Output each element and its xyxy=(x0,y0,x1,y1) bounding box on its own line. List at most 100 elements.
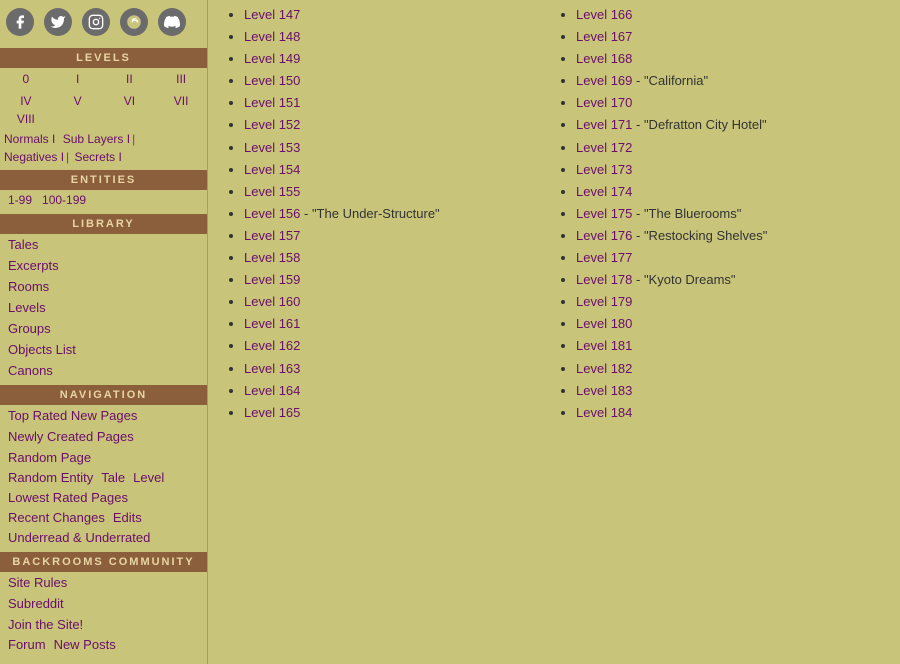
level-link[interactable]: Level 148 xyxy=(244,29,300,44)
level-link[interactable]: Level 157 xyxy=(244,228,300,243)
newly-created-pages-link[interactable]: Newly Created Pages xyxy=(0,426,207,447)
list-item: Level 148 xyxy=(244,26,556,48)
level-link[interactable]: Level 182 xyxy=(576,361,632,376)
list-item: Level 156 - "The Under-Structure" xyxy=(244,203,556,225)
level-link[interactable]: Level 165 xyxy=(244,405,300,420)
level-link[interactable]: Level 163 xyxy=(244,361,300,376)
level-link[interactable]: Level 178 xyxy=(576,272,632,287)
level-link[interactable]: Level 154 xyxy=(244,162,300,177)
rooms-link[interactable]: Rooms xyxy=(0,276,207,297)
facebook-icon[interactable] xyxy=(6,8,34,36)
library-header: LIBRARY xyxy=(0,214,207,234)
level-link[interactable]: Level xyxy=(133,470,164,485)
level-link[interactable]: Level 166 xyxy=(576,7,632,22)
recent-changes-link[interactable]: Recent Changes xyxy=(8,510,105,525)
level-ii-link[interactable]: II xyxy=(104,70,156,88)
level-link[interactable]: Level 169 xyxy=(576,73,632,88)
list-item: Level 153 xyxy=(244,137,556,159)
level-vi-link[interactable]: VI xyxy=(104,92,156,110)
level-link[interactable]: Level 183 xyxy=(576,383,632,398)
level-link[interactable]: Level 170 xyxy=(576,95,632,110)
levels-link[interactable]: Levels xyxy=(0,297,207,318)
level-link[interactable]: Level 158 xyxy=(244,250,300,265)
list-item: Level 158 xyxy=(244,247,556,269)
level-link[interactable]: Level 179 xyxy=(576,294,632,309)
level-link[interactable]: Level 177 xyxy=(576,250,632,265)
excerpts-link[interactable]: Excerpts xyxy=(0,255,207,276)
list-item: Level 162 xyxy=(244,335,556,357)
level-0-link[interactable]: 0 xyxy=(0,70,52,88)
level-v-link[interactable]: V xyxy=(52,92,104,110)
level-link[interactable]: Level 156 xyxy=(244,206,300,221)
objects-list-link[interactable]: Objects List xyxy=(0,339,207,360)
list-item: Level 176 - "Restocking Shelves" xyxy=(576,225,888,247)
groups-link[interactable]: Groups xyxy=(0,318,207,339)
entity-links-row: 1-99 100-199 xyxy=(0,190,207,210)
site-rules-link[interactable]: Site Rules xyxy=(0,572,207,593)
negatives-link[interactable]: Negatives I xyxy=(4,150,64,164)
canons-link[interactable]: Canons xyxy=(0,360,207,381)
level-link[interactable]: Level 151 xyxy=(244,95,300,110)
level-link[interactable]: Level 160 xyxy=(244,294,300,309)
level-link[interactable]: Level 147 xyxy=(244,7,300,22)
levels-list: Level 147 Level 148 Level 149 Level 150 Leve… xyxy=(220,4,888,424)
normals-sublayers-row: Normals I Sub Layers I | xyxy=(0,130,207,148)
level-link[interactable]: Level 164 xyxy=(244,383,300,398)
random-page-link[interactable]: Random Page xyxy=(0,447,207,468)
level-desc: - "California" xyxy=(632,73,708,88)
level-vii-link[interactable]: VII xyxy=(155,92,207,110)
tales-link[interactable]: Tales xyxy=(0,234,207,255)
level-link[interactable]: Level 152 xyxy=(244,117,300,132)
entity-100-199-link[interactable]: 100-199 xyxy=(42,193,86,207)
list-item: Level 181 xyxy=(576,335,888,357)
tale-link[interactable]: Tale xyxy=(101,470,125,485)
level-link[interactable]: Level 181 xyxy=(576,338,632,353)
level-link[interactable]: Level 180 xyxy=(576,316,632,331)
level-link[interactable]: Level 159 xyxy=(244,272,300,287)
level-link[interactable]: Level 173 xyxy=(576,162,632,177)
sub-layers-link[interactable]: Sub Layers I xyxy=(63,132,130,146)
list-item: Level 184 xyxy=(576,402,888,424)
normals-link[interactable]: Normals I xyxy=(4,132,55,146)
level-link[interactable]: Level 184 xyxy=(576,405,632,420)
level-viii-link[interactable]: VIII xyxy=(0,110,52,128)
list-item: Level 152 xyxy=(244,114,556,136)
level-iv-link[interactable]: IV xyxy=(0,92,52,110)
reddit-icon[interactable] xyxy=(120,8,148,36)
level-link[interactable]: Level 171 xyxy=(576,117,632,132)
list-item: Level 182 xyxy=(576,358,888,380)
list-item: Level 160 xyxy=(244,291,556,313)
level-link[interactable]: Level 161 xyxy=(244,316,300,331)
list-item: Level 167 xyxy=(576,26,888,48)
level-link[interactable]: Level 168 xyxy=(576,51,632,66)
level-link[interactable]: Level 155 xyxy=(244,184,300,199)
level-link[interactable]: Level 150 xyxy=(244,73,300,88)
level-link[interactable]: Level 149 xyxy=(244,51,300,66)
forum-link[interactable]: Forum xyxy=(8,637,46,652)
level-iii-link[interactable]: III xyxy=(155,70,207,88)
top-rated-new-pages-link[interactable]: Top Rated New Pages xyxy=(0,405,207,426)
underread-underrated-link[interactable]: Underread & Underrated xyxy=(0,527,207,548)
random-entity-link[interactable]: Random Entity xyxy=(8,470,93,485)
discord-icon[interactable] xyxy=(158,8,186,36)
level-grid-row1: 0 I II III xyxy=(0,68,207,90)
main-content: Level 147 Level 148 Level 149 Level 150 Leve… xyxy=(208,0,900,664)
subreddit-link[interactable]: Subreddit xyxy=(0,593,207,614)
secrets-link[interactable]: Secrets I xyxy=(75,150,122,164)
level-i-link[interactable]: I xyxy=(52,70,104,88)
entity-1-99-link[interactable]: 1-99 xyxy=(8,193,32,207)
twitter-icon[interactable] xyxy=(44,8,72,36)
new-posts-link[interactable]: New Posts xyxy=(54,637,116,652)
level-link[interactable]: Level 172 xyxy=(576,140,632,155)
list-item: Level 157 xyxy=(244,225,556,247)
level-link[interactable]: Level 176 xyxy=(576,228,632,243)
level-link[interactable]: Level 174 xyxy=(576,184,632,199)
join-site-link[interactable]: Join the Site! xyxy=(0,614,207,635)
level-link[interactable]: Level 167 xyxy=(576,29,632,44)
lowest-rated-pages-link[interactable]: Lowest Rated Pages xyxy=(0,487,207,508)
edits-link[interactable]: Edits xyxy=(113,510,142,525)
instagram-icon[interactable] xyxy=(82,8,110,36)
level-link[interactable]: Level 153 xyxy=(244,140,300,155)
level-link[interactable]: Level 175 xyxy=(576,206,632,221)
level-link[interactable]: Level 162 xyxy=(244,338,300,353)
